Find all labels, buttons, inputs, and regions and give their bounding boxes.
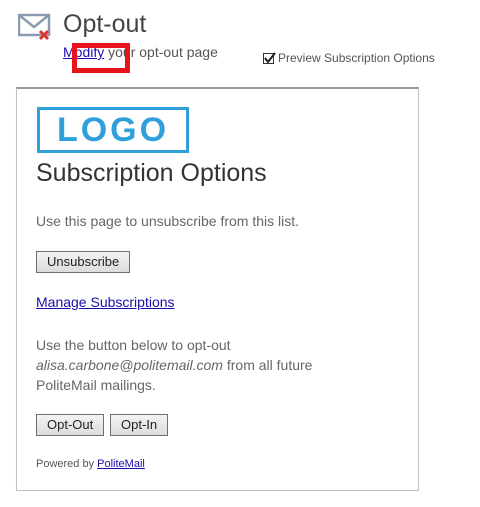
- opt-out-button[interactable]: Opt-Out: [36, 414, 105, 436]
- manage-subscriptions-link[interactable]: Manage Subscriptions: [36, 294, 175, 310]
- powered-by-prefix: Powered by: [36, 458, 98, 470]
- checkmark-icon: [264, 51, 276, 64]
- modify-suffix-text: your opt-out page: [104, 44, 218, 60]
- preview-checkbox[interactable]: [263, 51, 276, 64]
- modify-link[interactable]: Modify: [63, 44, 104, 60]
- header: Opt-out Modify your opt-out page Preview…: [17, 8, 478, 73]
- envelope-optout-icon: [17, 11, 54, 43]
- subscription-options-title: Subscription Options: [36, 159, 267, 187]
- intro-text: Use this page to unsubscribe from this l…: [36, 213, 300, 229]
- optout-text-line-2-suffix: from all future: [222, 357, 313, 373]
- modify-line: Modify your opt-out page: [63, 43, 218, 61]
- unsubscribe-button[interactable]: Unsubscribe: [36, 251, 131, 273]
- powered-by: Powered by PoliteMail: [36, 458, 145, 470]
- preview-subscription-toggle[interactable]: Preview Subscription Options: [263, 50, 435, 66]
- logo-placeholder: LOGO: [37, 107, 189, 153]
- recipient-email: alisa.carbone@politemail.com: [36, 357, 223, 373]
- politemail-link[interactable]: PoliteMail: [97, 458, 145, 470]
- optout-text-line-1: Use the button below to opt-out: [36, 337, 231, 353]
- optout-description: Use the button below to opt-out alisa.ca…: [36, 335, 312, 395]
- optout-text-line-3: PoliteMail mailings.: [36, 377, 156, 393]
- subscription-preview-panel: LOGO Subscription Options Use this page …: [16, 87, 419, 491]
- optout-text-line-2: alisa.carbone@politemail.com from all fu…: [36, 355, 312, 375]
- page-title: Opt-out: [63, 10, 147, 38]
- preview-checkbox-label: Preview Subscription Options: [278, 51, 435, 65]
- opt-in-button[interactable]: Opt-In: [110, 414, 169, 436]
